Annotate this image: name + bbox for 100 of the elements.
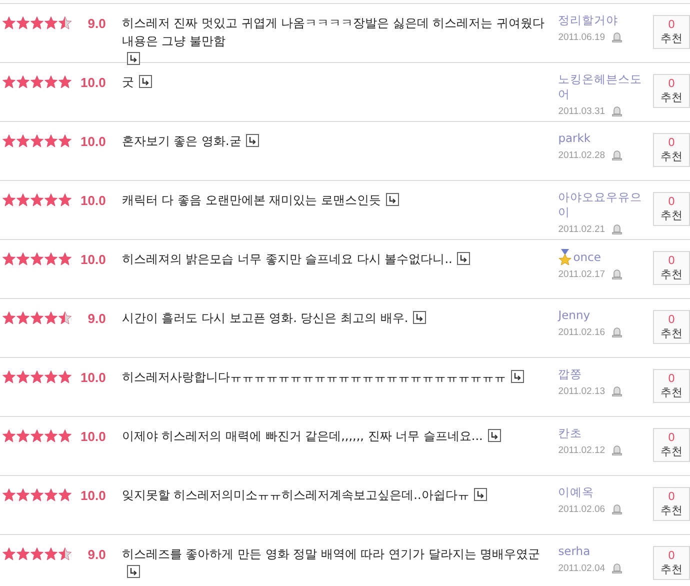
star-icon [58,75,72,89]
star-icon [30,252,44,266]
star-icon [30,16,44,30]
recommend-button[interactable]: 0 추천 [653,546,690,580]
rating-score: 9.0 [86,311,106,326]
recommend-button[interactable]: 0 추천 [653,15,690,49]
star-icon [30,134,44,148]
recommend-button[interactable]: 0 추천 [653,133,690,167]
star-icon [16,370,30,384]
star-icon [16,75,30,89]
star-icon [2,311,16,325]
star-icon [2,429,16,443]
star-icon [58,547,72,561]
bell-icon[interactable] [611,385,624,397]
star-icon [30,488,44,502]
star-icon [44,193,58,207]
review-date: 2011.02.16 [558,326,606,338]
star-icon [2,252,16,266]
star-icon [58,370,72,384]
star-icon [44,75,58,89]
review-text: 굿 [122,74,134,91]
bell-icon[interactable] [611,562,624,574]
review-text: 캐릭터 다 좋음 오랜만에본 재미있는 로맨스인듯 [122,192,381,209]
star-icon [44,488,58,502]
review-text: 히스레져의 밝은모습 너무 좋지만 슬프네요 다시 볼수없다니.. [122,251,452,268]
star-icon [2,488,16,502]
star-icon [58,134,72,148]
bell-icon[interactable] [611,503,624,515]
bell-icon[interactable] [611,223,624,235]
star-icon [16,252,30,266]
star-icon [44,134,58,148]
review-text: 히스레즈를 좋아하게 만든 영화 정말 배역에 따라 연기가 달라지는 명배우였군 [122,546,540,563]
review-date: 2011.02.12 [558,444,606,456]
star-icon [30,311,44,325]
star-icon [2,134,16,148]
star-icon [44,429,58,443]
rating-score: 10.0 [80,134,106,149]
star-icon [16,16,30,30]
review-text: 혼자보기 좋은 영화.굳 [122,133,242,150]
star-icon [2,370,16,384]
star-icon [30,547,44,561]
star-icon [30,429,44,443]
review-date: 2011.02.13 [558,386,606,396]
review-date: 2011.02.28 [558,150,606,160]
rating-score: 10.0 [80,75,106,90]
recommend-button[interactable]: 0 추천 [653,192,690,226]
rating-score: 10.0 [80,488,106,503]
bell-icon[interactable] [611,444,624,456]
star-icon [2,547,16,561]
star-icon [44,311,58,325]
star-icon [44,370,58,384]
rating-score: 9.0 [86,547,106,562]
review-text: 잊지못할 히스레저의미소ㅠㅠ히스레저계속보고싶은데..아쉽다ㅠ [122,487,470,504]
star-icon [58,488,72,502]
review-date: 2011.02.17 [558,268,606,280]
rating-score: 10.0 [80,370,106,385]
recommend-button[interactable]: 0 추천 [653,251,690,285]
star-icon [44,252,58,266]
review-date: 2011.02.06 [558,504,606,514]
star-icon [16,311,30,325]
review-date: 2011.03.31 [558,106,606,116]
review-date: 2011.02.04 [558,562,606,574]
star-icon [2,193,16,207]
recommend-button[interactable]: 0 추천 [653,369,690,403]
star-icon [16,547,30,561]
star-icon [44,16,58,30]
recommend-button[interactable]: 0 추천 [653,74,690,108]
star-icon [16,134,30,148]
review-text: 시간이 흘러도 다시 보고픈 영화. 당신은 최고의 배우. [122,310,408,327]
bell-icon[interactable] [611,326,624,338]
rating-score: 10.0 [80,193,106,208]
bell-icon[interactable] [611,31,624,43]
star-icon [58,311,72,325]
review-text: 이제야 히스레저의 매력에 빠진거 같은데,,,,,, 진짜 너무 슬프네요... [122,428,483,445]
review-text: 히스레저사랑합니다ㅠㅠㅠㅠㅠㅠㅠㅠㅠㅠㅠㅠㅠㅠㅠㅠㅠㅠㅠㅠㅠㅠㅠ [122,369,506,386]
star-icon [58,429,72,443]
star-icon [30,193,44,207]
review-date: 2011.02.21 [558,224,606,234]
review-text: 히스레저 진짜 멋있고 귀엽게 나옴ㅋㅋㅋㅋ장발은 싫은데 히스레저는 귀여웠다 내용은 그냥 불만함 [122,15,546,50]
star-icon [2,75,16,89]
star-icon [2,16,16,30]
bell-icon[interactable] [611,105,624,117]
bell-icon[interactable] [611,149,624,161]
star-icon [16,429,30,443]
recommend-button[interactable]: 0 추천 [653,428,690,462]
star-icon [58,252,72,266]
bell-icon[interactable] [611,268,624,280]
recommend-button[interactable]: 0 추천 [653,310,690,344]
star-icon [58,16,72,30]
star-icon [58,193,72,207]
star-icon [44,547,58,561]
review-date: 2011.06.19 [558,32,606,42]
rating-score: 10.0 [80,252,106,267]
rating-score: 9.0 [86,16,106,31]
recommend-button[interactable]: 0 추천 [653,487,690,521]
star-icon [16,488,30,502]
rating-score: 10.0 [80,429,106,444]
star-icon [16,193,30,207]
star-icon [30,370,44,384]
star-icon [30,75,44,89]
